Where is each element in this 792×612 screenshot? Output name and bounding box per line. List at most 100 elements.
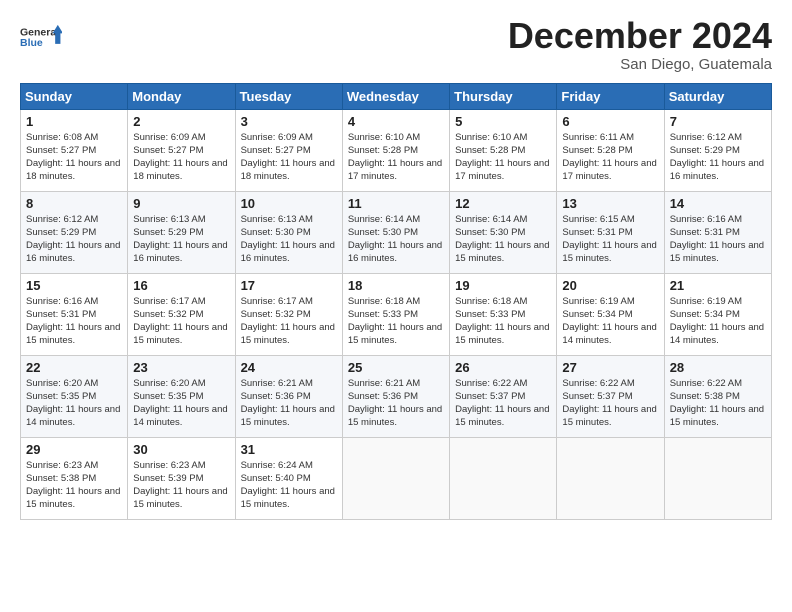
day-number: 30 [133, 442, 229, 457]
calendar-header-saturday: Saturday [664, 83, 771, 109]
day-info: Sunrise: 6:10 AM Sunset: 5:28 PM Dayligh… [348, 131, 444, 184]
day-info: Sunrise: 6:19 AM Sunset: 5:34 PM Dayligh… [670, 295, 766, 348]
calendar-cell: 18 Sunrise: 6:18 AM Sunset: 5:33 PM Dayl… [342, 273, 449, 355]
day-info: Sunrise: 6:09 AM Sunset: 5:27 PM Dayligh… [241, 131, 337, 184]
day-number: 22 [26, 360, 122, 375]
day-number: 13 [562, 196, 658, 211]
calendar-header-monday: Monday [128, 83, 235, 109]
day-number: 14 [670, 196, 766, 211]
calendar-cell: 25 Sunrise: 6:21 AM Sunset: 5:36 PM Dayl… [342, 355, 449, 437]
day-info: Sunrise: 6:10 AM Sunset: 5:28 PM Dayligh… [455, 131, 551, 184]
day-info: Sunrise: 6:22 AM Sunset: 5:37 PM Dayligh… [562, 377, 658, 430]
day-info: Sunrise: 6:22 AM Sunset: 5:38 PM Dayligh… [670, 377, 766, 430]
day-number: 7 [670, 114, 766, 129]
calendar-cell: 5 Sunrise: 6:10 AM Sunset: 5:28 PM Dayli… [450, 109, 557, 191]
day-info: Sunrise: 6:18 AM Sunset: 5:33 PM Dayligh… [348, 295, 444, 348]
day-info: Sunrise: 6:18 AM Sunset: 5:33 PM Dayligh… [455, 295, 551, 348]
calendar-header-row: SundayMondayTuesdayWednesdayThursdayFrid… [21, 83, 772, 109]
day-number: 9 [133, 196, 229, 211]
day-number: 23 [133, 360, 229, 375]
logo-svg: General Blue [20, 16, 62, 58]
calendar-cell: 12 Sunrise: 6:14 AM Sunset: 5:30 PM Dayl… [450, 191, 557, 273]
calendar-cell: 7 Sunrise: 6:12 AM Sunset: 5:29 PM Dayli… [664, 109, 771, 191]
day-number: 17 [241, 278, 337, 293]
day-number: 4 [348, 114, 444, 129]
calendar-cell: 8 Sunrise: 6:12 AM Sunset: 5:29 PM Dayli… [21, 191, 128, 273]
calendar-cell [557, 437, 664, 519]
calendar-cell: 27 Sunrise: 6:22 AM Sunset: 5:37 PM Dayl… [557, 355, 664, 437]
day-number: 15 [26, 278, 122, 293]
calendar-week-1: 1 Sunrise: 6:08 AM Sunset: 5:27 PM Dayli… [21, 109, 772, 191]
calendar-cell: 20 Sunrise: 6:19 AM Sunset: 5:34 PM Dayl… [557, 273, 664, 355]
day-number: 27 [562, 360, 658, 375]
calendar-cell: 2 Sunrise: 6:09 AM Sunset: 5:27 PM Dayli… [128, 109, 235, 191]
calendar-cell: 14 Sunrise: 6:16 AM Sunset: 5:31 PM Dayl… [664, 191, 771, 273]
day-info: Sunrise: 6:21 AM Sunset: 5:36 PM Dayligh… [241, 377, 337, 430]
calendar-cell: 4 Sunrise: 6:10 AM Sunset: 5:28 PM Dayli… [342, 109, 449, 191]
day-number: 5 [455, 114, 551, 129]
day-info: Sunrise: 6:14 AM Sunset: 5:30 PM Dayligh… [348, 213, 444, 266]
calendar-cell [664, 437, 771, 519]
day-info: Sunrise: 6:20 AM Sunset: 5:35 PM Dayligh… [133, 377, 229, 430]
calendar-cell: 24 Sunrise: 6:21 AM Sunset: 5:36 PM Dayl… [235, 355, 342, 437]
calendar-cell: 9 Sunrise: 6:13 AM Sunset: 5:29 PM Dayli… [128, 191, 235, 273]
day-info: Sunrise: 6:13 AM Sunset: 5:30 PM Dayligh… [241, 213, 337, 266]
day-number: 16 [133, 278, 229, 293]
day-number: 6 [562, 114, 658, 129]
day-info: Sunrise: 6:16 AM Sunset: 5:31 PM Dayligh… [26, 295, 122, 348]
calendar-cell: 11 Sunrise: 6:14 AM Sunset: 5:30 PM Dayl… [342, 191, 449, 273]
page: General Blue December 2024 San Diego, Gu… [0, 0, 792, 612]
day-info: Sunrise: 6:13 AM Sunset: 5:29 PM Dayligh… [133, 213, 229, 266]
calendar-cell: 26 Sunrise: 6:22 AM Sunset: 5:37 PM Dayl… [450, 355, 557, 437]
day-number: 8 [26, 196, 122, 211]
month-title: December 2024 [508, 16, 772, 56]
calendar-body: 1 Sunrise: 6:08 AM Sunset: 5:27 PM Dayli… [21, 109, 772, 519]
day-info: Sunrise: 6:14 AM Sunset: 5:30 PM Dayligh… [455, 213, 551, 266]
day-info: Sunrise: 6:09 AM Sunset: 5:27 PM Dayligh… [133, 131, 229, 184]
calendar-cell: 30 Sunrise: 6:23 AM Sunset: 5:39 PM Dayl… [128, 437, 235, 519]
calendar-week-2: 8 Sunrise: 6:12 AM Sunset: 5:29 PM Dayli… [21, 191, 772, 273]
day-number: 28 [670, 360, 766, 375]
day-number: 12 [455, 196, 551, 211]
calendar-cell: 15 Sunrise: 6:16 AM Sunset: 5:31 PM Dayl… [21, 273, 128, 355]
calendar-cell: 28 Sunrise: 6:22 AM Sunset: 5:38 PM Dayl… [664, 355, 771, 437]
day-number: 1 [26, 114, 122, 129]
calendar-week-5: 29 Sunrise: 6:23 AM Sunset: 5:38 PM Dayl… [21, 437, 772, 519]
day-number: 19 [455, 278, 551, 293]
calendar-cell: 13 Sunrise: 6:15 AM Sunset: 5:31 PM Dayl… [557, 191, 664, 273]
day-info: Sunrise: 6:11 AM Sunset: 5:28 PM Dayligh… [562, 131, 658, 184]
calendar-table: SundayMondayTuesdayWednesdayThursdayFrid… [20, 83, 772, 520]
day-number: 21 [670, 278, 766, 293]
header: General Blue December 2024 San Diego, Gu… [20, 16, 772, 73]
day-number: 31 [241, 442, 337, 457]
day-info: Sunrise: 6:08 AM Sunset: 5:27 PM Dayligh… [26, 131, 122, 184]
calendar-cell: 10 Sunrise: 6:13 AM Sunset: 5:30 PM Dayl… [235, 191, 342, 273]
calendar-cell: 17 Sunrise: 6:17 AM Sunset: 5:32 PM Dayl… [235, 273, 342, 355]
day-number: 25 [348, 360, 444, 375]
location-subtitle: San Diego, Guatemala [508, 56, 772, 73]
logo: General Blue [20, 16, 62, 58]
day-info: Sunrise: 6:12 AM Sunset: 5:29 PM Dayligh… [670, 131, 766, 184]
calendar-cell: 3 Sunrise: 6:09 AM Sunset: 5:27 PM Dayli… [235, 109, 342, 191]
day-number: 11 [348, 196, 444, 211]
day-info: Sunrise: 6:15 AM Sunset: 5:31 PM Dayligh… [562, 213, 658, 266]
day-number: 26 [455, 360, 551, 375]
calendar-header-tuesday: Tuesday [235, 83, 342, 109]
calendar-week-4: 22 Sunrise: 6:20 AM Sunset: 5:35 PM Dayl… [21, 355, 772, 437]
day-number: 29 [26, 442, 122, 457]
calendar-cell: 1 Sunrise: 6:08 AM Sunset: 5:27 PM Dayli… [21, 109, 128, 191]
day-info: Sunrise: 6:20 AM Sunset: 5:35 PM Dayligh… [26, 377, 122, 430]
title-block: December 2024 San Diego, Guatemala [508, 16, 772, 73]
day-info: Sunrise: 6:23 AM Sunset: 5:38 PM Dayligh… [26, 459, 122, 512]
day-number: 20 [562, 278, 658, 293]
calendar-cell: 29 Sunrise: 6:23 AM Sunset: 5:38 PM Dayl… [21, 437, 128, 519]
day-number: 2 [133, 114, 229, 129]
calendar-header-sunday: Sunday [21, 83, 128, 109]
day-number: 24 [241, 360, 337, 375]
day-info: Sunrise: 6:17 AM Sunset: 5:32 PM Dayligh… [241, 295, 337, 348]
day-info: Sunrise: 6:19 AM Sunset: 5:34 PM Dayligh… [562, 295, 658, 348]
calendar-cell: 6 Sunrise: 6:11 AM Sunset: 5:28 PM Dayli… [557, 109, 664, 191]
calendar-cell: 16 Sunrise: 6:17 AM Sunset: 5:32 PM Dayl… [128, 273, 235, 355]
svg-text:Blue: Blue [20, 37, 43, 49]
day-info: Sunrise: 6:23 AM Sunset: 5:39 PM Dayligh… [133, 459, 229, 512]
